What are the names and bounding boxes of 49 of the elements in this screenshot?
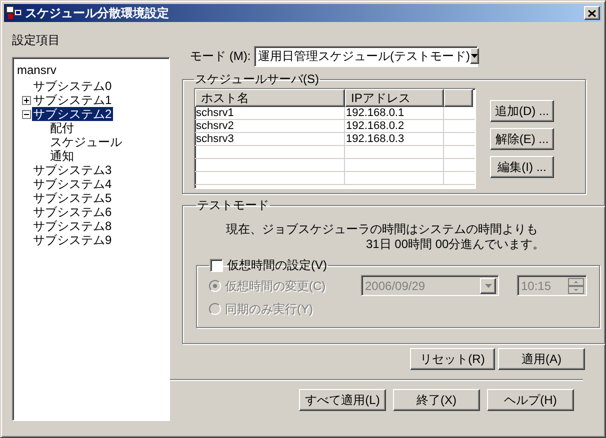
tree-item[interactable]: サブシステム1 bbox=[32, 93, 113, 107]
expand-icon[interactable] bbox=[22, 96, 30, 104]
group-title: スケジュールサーバ(S) bbox=[195, 72, 319, 86]
collapse-icon[interactable] bbox=[22, 110, 30, 118]
dialog-button[interactable]: 終了(X) bbox=[393, 389, 480, 411]
tree-item[interactable]: サブシステム3 bbox=[32, 163, 113, 177]
window-title: スケジュール分散環境設定 bbox=[25, 5, 170, 22]
table-cell: 192.168.0.1 bbox=[345, 107, 444, 119]
dialog-button[interactable]: リセット(R) bbox=[410, 348, 495, 370]
dialog-button[interactable]: 解除(E) ... bbox=[490, 128, 554, 150]
window-icon bbox=[6, 6, 22, 20]
dialog-button[interactable]: 編集(I) ... bbox=[490, 156, 554, 178]
close-button[interactable] bbox=[584, 6, 600, 20]
dialog-button[interactable]: 適用(A) bbox=[498, 348, 585, 370]
tree-item[interactable]: サブシステム5 bbox=[32, 191, 113, 205]
dialog-button[interactable]: ヘルプ(H) bbox=[487, 389, 574, 411]
table-cell: 192.168.0.3 bbox=[345, 133, 444, 145]
dialog-button[interactable]: 追加(D) ... bbox=[490, 100, 554, 122]
tree-item[interactable]: サブシステム2 bbox=[32, 107, 113, 121]
radio-label: 仮想時間の変更(C) bbox=[225, 278, 326, 294]
dropdown-arrow-icon bbox=[471, 54, 478, 58]
table-cell: schsrv3 bbox=[195, 133, 345, 145]
tree-item[interactable]: サブシステム4 bbox=[32, 177, 113, 191]
mode-label: モード (M): bbox=[190, 48, 252, 65]
radio-label: 同期のみ実行(Y) bbox=[225, 301, 313, 318]
table-cell: 192.168.0.2 bbox=[345, 120, 444, 132]
tree-item[interactable]: サブシステム8 bbox=[32, 219, 113, 233]
tree-item[interactable]: サブシステム9 bbox=[32, 233, 113, 247]
status-message: 現在、ジョブスケジューラの時間はシステムの時間よりも bbox=[226, 222, 538, 237]
status-message: 31日 00時間 00分進んでいます。 bbox=[365, 237, 545, 252]
table-cell: schsrv1 bbox=[195, 107, 345, 119]
tree-item[interactable]: 通知 bbox=[49, 149, 75, 163]
mode-dropdown[interactable]: 運用日管理スケジュール(テストモード) bbox=[254, 46, 478, 66]
tree-item[interactable]: スケジュール bbox=[49, 135, 123, 149]
checkbox-label: 仮想時間の設定(V) bbox=[227, 257, 327, 274]
tree-item[interactable]: サブシステム0 bbox=[32, 79, 113, 93]
checkbox[interactable] bbox=[210, 258, 223, 272]
tree-item[interactable]: 配付 bbox=[49, 121, 75, 135]
tree-item[interactable]: サブシステム6 bbox=[32, 205, 113, 219]
column-header[interactable]: IPアドレス bbox=[345, 89, 444, 107]
column-header[interactable] bbox=[444, 89, 473, 107]
group-title: テストモード bbox=[197, 198, 269, 212]
tree-item[interactable]: mansrv bbox=[16, 63, 58, 77]
table-cell: schsrv2 bbox=[195, 120, 345, 132]
close-icon bbox=[588, 10, 596, 16]
dialog-button[interactable]: すべて適用(L) bbox=[299, 389, 386, 411]
section-label: 設定項目 bbox=[12, 32, 61, 47]
column-header[interactable]: ホスト名 bbox=[195, 89, 345, 107]
dropdown-arrow-icon bbox=[484, 284, 492, 288]
